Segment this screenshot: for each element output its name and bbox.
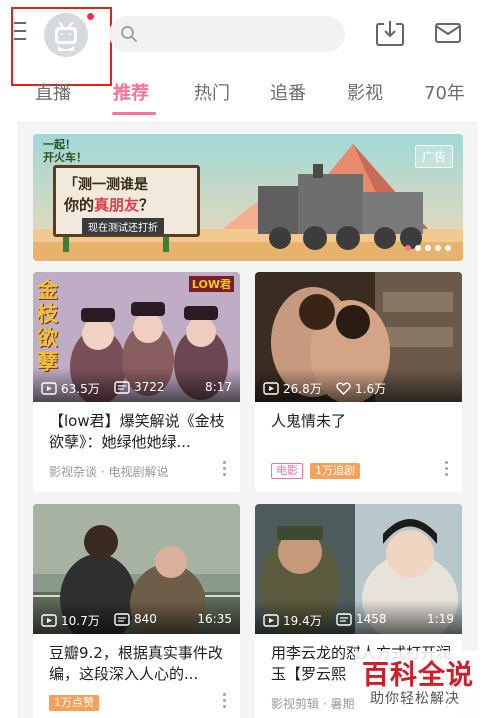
danmaku-icon xyxy=(336,612,352,626)
top-bar xyxy=(0,0,487,86)
video-duration: 8:17 xyxy=(205,380,232,394)
sign-line-2: 你的真朋友？ xyxy=(64,196,155,214)
more-options-icon[interactable] xyxy=(223,693,227,709)
view-count: 63.5万 xyxy=(41,380,100,397)
tag-likes: 1万点赞 xyxy=(49,695,99,711)
banner-dot[interactable] xyxy=(405,245,411,251)
banner-pagination xyxy=(405,245,451,251)
ad-banner[interactable]: 一起！ 开火车！ 「测一测谁是 你的真朋友？ 现在测试还打折 广告 xyxy=(33,134,463,261)
video-thumbnail[interactable]: 金枝欲孽 LOW君 63.5万 3722 8:17 xyxy=(33,272,240,402)
video-stats: 10.7万 840 16:35 xyxy=(41,612,232,628)
low-logo: LOW君 xyxy=(188,276,234,292)
video-card[interactable]: 10.7万 840 16:35 豆瓣9.2，根据真实事件改编，这段深入人心的..… xyxy=(33,504,240,718)
view-count: 26.8万 xyxy=(263,380,322,397)
mail-icon[interactable] xyxy=(434,22,462,44)
tab-live[interactable]: 直播 xyxy=(35,79,71,105)
video-duration: 16:35 xyxy=(197,612,232,626)
banner-dot[interactable] xyxy=(445,245,451,251)
video-title[interactable]: 人鬼情未了 xyxy=(271,411,451,432)
tab-following-anime[interactable]: 追番 xyxy=(270,79,306,105)
play-count-icon xyxy=(263,382,279,395)
video-title[interactable]: 【low君】爆笑解说《金枝欲孽》：她绿他她绿... xyxy=(49,411,229,453)
video-thumbnail[interactable]: 26.8万 1.6万 xyxy=(255,272,462,402)
danmaku-icon xyxy=(114,612,130,626)
banner-sign: 「测一测谁是 你的真朋友？ 现在测试还打折 xyxy=(53,165,200,237)
watermark-subtitle: 助你轻松解决 xyxy=(370,691,460,707)
watermark: 百科全说 助你轻松解决 xyxy=(355,651,486,718)
tab-recommend[interactable]: 推荐 xyxy=(113,79,149,105)
feed[interactable]: 一起！ 开火车！ 「测一测谁是 你的真朋友？ 现在测试还打折 广告 金枝欲孽 L… xyxy=(17,121,478,718)
banner-dot[interactable] xyxy=(435,245,441,251)
video-title[interactable]: 豆瓣9.2，根据真实事件改编，这段深入人心的... xyxy=(49,643,229,685)
play-count-icon xyxy=(263,614,279,627)
banner-dot[interactable] xyxy=(425,245,431,251)
heart-icon xyxy=(336,382,351,395)
more-options-icon[interactable] xyxy=(223,461,227,477)
ad-badge: 广告 xyxy=(414,145,453,168)
category-tabs: 直播 推荐 热门 追番 影视 70年 xyxy=(0,70,487,116)
danmaku-icon xyxy=(114,380,130,394)
more-options-icon[interactable] xyxy=(445,461,449,477)
search-icon xyxy=(121,26,137,42)
tab-70-years[interactable]: 70年 xyxy=(424,79,465,105)
view-count: 19.4万 xyxy=(263,612,322,629)
danmaku-count: 840 xyxy=(114,612,157,626)
video-category: 影视剪辑 · 暑期 xyxy=(271,697,355,711)
video-category: 影视杂谈 · 电视剧解说 xyxy=(49,465,169,479)
tab-hot[interactable]: 热门 xyxy=(194,79,230,105)
tag-followers: 1万追剧 xyxy=(310,463,360,479)
like-count: 1.6万 xyxy=(336,380,386,397)
tag-movie: 电影 xyxy=(271,463,303,479)
video-stats: 63.5万 3722 8:17 xyxy=(41,380,232,396)
play-count-icon xyxy=(41,614,57,627)
danmaku-count: 3722 xyxy=(114,380,165,394)
view-count: 10.7万 xyxy=(41,612,100,629)
banner-slogan: 一起！ 开火车！ xyxy=(43,138,87,164)
video-card[interactable]: 26.8万 1.6万 人鬼情未了 电影 1万追剧 xyxy=(255,272,462,492)
active-tab-indicator xyxy=(112,112,156,115)
video-duration: 1:19 xyxy=(427,612,454,626)
video-card[interactable]: 金枝欲孽 LOW君 63.5万 3722 8:17 【low君】爆笑解说《金枝欲… xyxy=(33,272,240,492)
sign-button: 现在测试还打折 xyxy=(82,218,164,235)
video-thumbnail[interactable]: 10.7万 840 16:35 xyxy=(33,504,240,634)
thumbnail-title-text: 金枝欲孽 xyxy=(37,278,58,374)
watermark-title: 百科全说 xyxy=(362,660,474,691)
sign-line-1: 「测一测谁是 xyxy=(64,177,148,193)
video-stats: 26.8万 1.6万 xyxy=(263,380,454,396)
danmaku-count: 1458 xyxy=(336,612,387,626)
play-count-icon xyxy=(41,382,57,395)
banner-dot[interactable] xyxy=(415,245,421,251)
video-thumbnail[interactable]: 19.4万 1458 1:19 xyxy=(255,504,462,634)
tab-film-tv[interactable]: 影视 xyxy=(347,79,383,105)
search-bar[interactable] xyxy=(109,16,345,52)
video-stats: 19.4万 1458 1:19 xyxy=(263,612,454,628)
download-icon[interactable] xyxy=(375,19,405,47)
